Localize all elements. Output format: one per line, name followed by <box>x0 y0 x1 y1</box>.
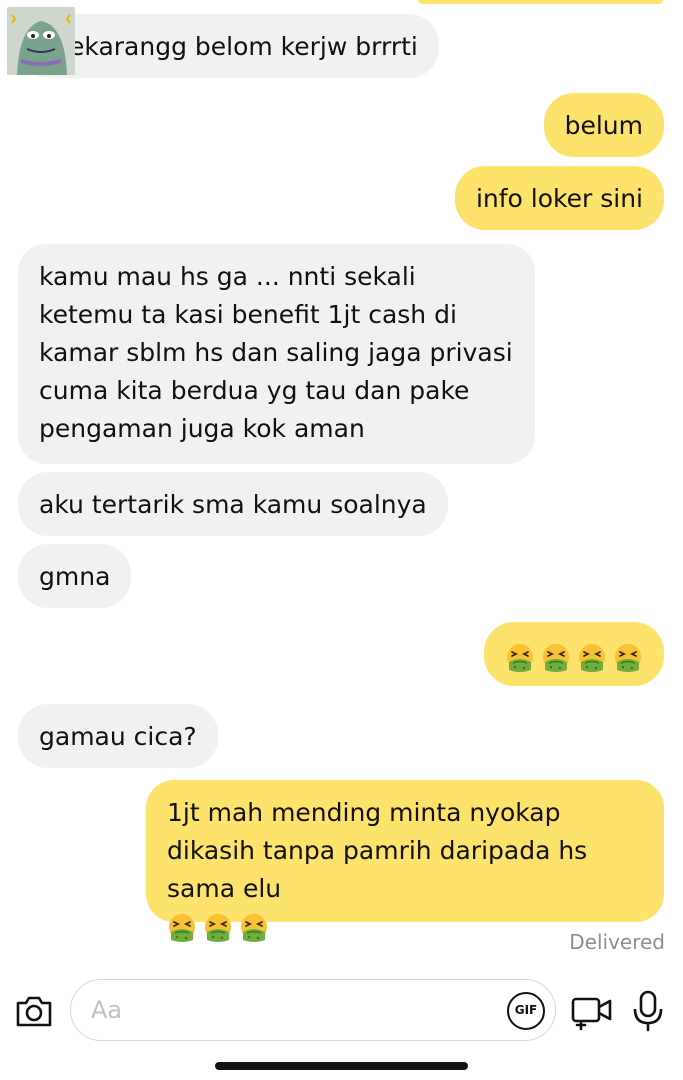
video-call-icon <box>571 997 612 1031</box>
microphone-button[interactable] <box>630 989 666 1033</box>
home-indicator <box>215 1062 468 1070</box>
delivery-status: Delivered <box>569 930 665 954</box>
gif-button[interactable]: GIF <box>507 992 545 1030</box>
message-text: gmna <box>39 562 111 591</box>
message-text: sekarangg belom kerjw brrrti <box>56 32 418 61</box>
previous-message-edge <box>418 0 663 4</box>
nauseated-face-emoji <box>541 643 571 673</box>
message-bubble-incoming[interactable]: kamu mau hs ga ... nnti sekali ketemu ta… <box>18 244 535 464</box>
nauseated-face-emoji <box>167 913 197 943</box>
video-call-button[interactable] <box>570 991 614 1031</box>
nauseated-face-emoji <box>613 643 643 673</box>
message-bubble-incoming[interactable]: aku tertarik sma kamu soalnya <box>18 472 448 536</box>
nauseated-face-emoji <box>577 643 607 673</box>
message-bubble-outgoing[interactable]: info loker sini <box>454 166 664 230</box>
message-bubble-outgoing[interactable]: belum <box>543 93 664 157</box>
avatar-sticker-icon <box>7 7 75 75</box>
message-bubble-incoming[interactable]: gamau cica? <box>18 704 218 768</box>
camera-icon <box>16 996 52 1027</box>
message-input-placeholder: Aa <box>91 996 123 1024</box>
camera-button[interactable] <box>14 991 54 1031</box>
nauseated-face-emoji <box>505 643 535 673</box>
message-bubble-outgoing-emoji[interactable] <box>484 622 664 686</box>
message-composer: Aa GIF <box>0 975 683 1047</box>
nauseated-face-emoji <box>239 913 269 943</box>
message-text: 1jt mah mending minta nyokap dikasih tan… <box>167 798 588 903</box>
message-bubble-incoming[interactable]: gmna <box>18 544 132 608</box>
message-text: info loker sini <box>475 184 643 213</box>
nauseated-face-emoji <box>203 913 233 943</box>
gif-icon: GIF <box>514 1003 538 1017</box>
contact-avatar[interactable] <box>7 7 75 75</box>
message-bubble-incoming[interactable]: sekarangg belom kerjw brrrti <box>18 14 439 78</box>
message-text: aku tertarik sma kamu soalnya <box>39 490 427 519</box>
message-text: gamau cica? <box>39 722 197 751</box>
message-text: belum <box>564 111 643 140</box>
message-text: kamu mau hs ga ... nnti sekali ketemu ta… <box>39 262 513 443</box>
microphone-icon <box>633 990 663 1032</box>
message-bubble-outgoing[interactable]: 1jt mah mending minta nyokap dikasih tan… <box>146 780 664 922</box>
message-input[interactable]: Aa GIF <box>70 979 556 1041</box>
